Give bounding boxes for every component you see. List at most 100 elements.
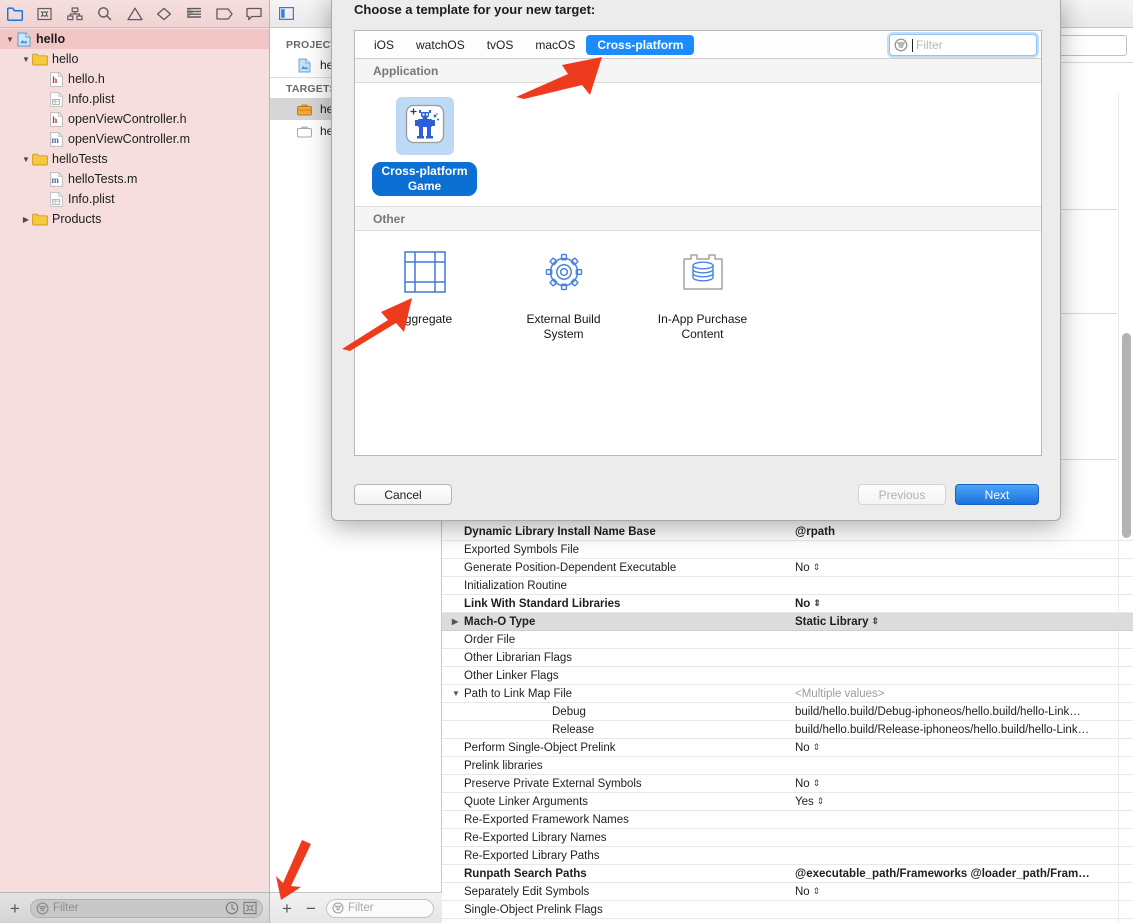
build-setting-row[interactable]: Prelink libraries	[442, 757, 1133, 775]
build-setting-value[interactable]: No ⇕	[787, 598, 1133, 610]
tab-tvos[interactable]: tvOS	[476, 35, 525, 55]
project-filter-input[interactable]: Filter	[326, 898, 434, 918]
navigator-tree-row[interactable]: m helloTests.m	[0, 169, 269, 189]
issue-navigator-icon[interactable]	[120, 0, 150, 27]
filter-icon	[894, 38, 908, 52]
build-setting-value[interactable]: @executable_path/Frameworks @loader_path…	[787, 868, 1133, 880]
build-setting-row[interactable]: Link With Standard Libraries No ⇕	[442, 595, 1133, 613]
template-label-line1: Cross-platform	[381, 164, 468, 178]
tab-macos[interactable]: macOS	[524, 35, 586, 55]
build-setting-row[interactable]: Order File	[442, 631, 1133, 649]
build-setting-row[interactable]: Separately Edit Symbols No ⇕	[442, 883, 1133, 901]
build-setting-name-label: Re-Exported Library Paths	[464, 849, 600, 862]
navigator-tree-row[interactable]: Info.plist	[0, 189, 269, 209]
value-stepper-icon[interactable]: ⇕	[813, 778, 820, 789]
clock-icon[interactable]	[225, 901, 239, 915]
build-setting-name: Prelink libraries	[442, 760, 787, 772]
navigator-tree-row[interactable]: h openViewController.h	[0, 109, 269, 129]
value-stepper-icon[interactable]: ⇕	[813, 742, 820, 753]
template-label: Aggregate	[388, 310, 461, 329]
template-in-app-purchase-content[interactable]: In-App Purchase Content	[633, 245, 772, 344]
build-setting-value[interactable]: No ⇕	[787, 886, 1133, 898]
build-setting-name: Other Linker Flags	[442, 670, 787, 682]
navigator-tree-row[interactable]: ▼ helloTests	[0, 149, 269, 169]
chevron-down-icon[interactable]: ▼	[452, 689, 461, 698]
header-file-icon: h	[48, 71, 64, 87]
report-navigator-icon[interactable]	[239, 0, 269, 27]
navigator-tree-row[interactable]: ▼ hello	[0, 49, 269, 69]
navigator-tree-row[interactable]: ▼ hello	[0, 29, 269, 49]
debug-navigator-icon[interactable]	[179, 0, 209, 27]
build-setting-name-label: Runpath Search Paths	[464, 867, 587, 880]
template-cross-platform-game[interactable]: Cross-platform Game	[355, 97, 494, 196]
build-setting-value[interactable]: <Multiple values>	[787, 688, 1133, 700]
template-aggregate[interactable]: Aggregate	[355, 245, 494, 344]
add-file-button[interactable]: +	[6, 900, 24, 917]
template-filter-input[interactable]: Filter	[889, 34, 1037, 56]
build-setting-value[interactable]: @rpath	[787, 526, 1133, 538]
value-stepper-icon[interactable]: ⇕	[813, 562, 820, 573]
next-button[interactable]: Next	[955, 484, 1039, 505]
navigator-filter-input[interactable]: Filter	[30, 898, 263, 918]
build-setting-row[interactable]: Runpath Search Paths @executable_path/Fra…	[442, 865, 1133, 883]
build-setting-value[interactable]: No ⇕	[787, 562, 1133, 574]
template-external-build-system[interactable]: External Build System	[494, 245, 633, 344]
build-setting-row[interactable]: Generate Position-Dependent Executable No…	[442, 559, 1133, 577]
build-setting-value[interactable]: No ⇕	[787, 778, 1133, 790]
build-setting-value[interactable]: Yes ⇕	[787, 796, 1133, 808]
cancel-button[interactable]: Cancel	[354, 484, 452, 505]
chevron-down-icon[interactable]: ▼	[20, 155, 32, 164]
chevron-right-icon[interactable]: ▶	[452, 617, 461, 626]
build-setting-row[interactable]: Debug build/hello.build/Debug-iphoneos/he…	[442, 703, 1133, 721]
previous-button[interactable]: Previous	[858, 484, 946, 505]
tab-watchos[interactable]: watchOS	[405, 35, 476, 55]
build-setting-value[interactable]: Static Library ⇕	[787, 616, 1133, 628]
tab-ios[interactable]: iOS	[363, 35, 405, 55]
build-setting-row[interactable]: Other Librarian Flags	[442, 649, 1133, 667]
project-filter-placeholder: Filter	[348, 902, 374, 914]
test-navigator-icon[interactable]	[149, 0, 179, 27]
value-stepper-icon[interactable]: ⇕	[813, 886, 820, 897]
chevron-down-icon[interactable]: ▼	[20, 55, 32, 64]
build-setting-row[interactable]: ▼ Path to Link Map File <Multiple values>	[442, 685, 1133, 703]
navigator-tree-row[interactable]: h hello.h	[0, 69, 269, 89]
value-stepper-icon[interactable]: ⇕	[817, 796, 824, 807]
build-setting-row[interactable]: Re-Exported Library Names	[442, 829, 1133, 847]
find-navigator-icon[interactable]	[90, 0, 120, 27]
build-setting-row[interactable]: Exported Symbols File	[442, 541, 1133, 559]
build-setting-row[interactable]: Re-Exported Library Paths	[442, 847, 1133, 865]
build-setting-row[interactable]: Dynamic Library Install Name Base @rpath	[442, 523, 1133, 541]
value-stepper-icon[interactable]: ⇕	[872, 616, 879, 627]
navigator-tree-row[interactable]: ▶ Products	[0, 209, 269, 229]
symbol-navigator-icon[interactable]	[60, 0, 90, 27]
template-label-line1: In-App Purchase	[657, 312, 748, 326]
value-stepper-icon[interactable]: ⇕	[813, 598, 820, 609]
navigator-tree-row[interactable]: m openViewController.m	[0, 129, 269, 149]
build-setting-row[interactable]: ▶ Mach-O Type Static Library ⇕	[442, 613, 1133, 631]
source-control-navigator-icon[interactable]	[30, 0, 60, 27]
breakpoint-navigator-icon[interactable]	[209, 0, 239, 27]
remove-target-button[interactable]: −	[302, 900, 320, 917]
build-setting-row[interactable]: Single-Object Prelink Flags	[442, 901, 1133, 919]
project-navigator-icon[interactable]	[0, 0, 30, 27]
build-setting-row[interactable]: Re-Exported Framework Names	[442, 811, 1133, 829]
build-setting-value[interactable]: build/hello.build/Debug-iphoneos/hello.b…	[787, 706, 1133, 718]
build-setting-name: ▶ Mach-O Type	[442, 616, 787, 628]
build-setting-name: Exported Symbols File	[442, 544, 787, 556]
add-target-button[interactable]: +	[278, 900, 296, 917]
settings-scrollbar-thumb[interactable]	[1122, 333, 1131, 538]
navigator-tree-row[interactable]: Info.plist	[0, 89, 269, 109]
build-setting-value[interactable]: build/hello.build/Release-iphoneos/hello…	[787, 724, 1133, 736]
build-setting-row[interactable]: Initialization Routine	[442, 577, 1133, 595]
tab-cross-platform[interactable]: Cross-platform	[586, 34, 695, 55]
scm-filter-icon[interactable]	[243, 901, 257, 915]
chevron-right-icon[interactable]: ▶	[20, 215, 32, 224]
build-setting-value[interactable]: No ⇕	[787, 742, 1133, 754]
editor-layout-icon[interactable]	[276, 5, 296, 23]
build-setting-row[interactable]: Quote Linker Arguments Yes ⇕	[442, 793, 1133, 811]
build-setting-row[interactable]: Perform Single-Object Prelink No ⇕	[442, 739, 1133, 757]
chevron-down-icon[interactable]: ▼	[4, 35, 16, 44]
build-setting-row[interactable]: Other Linker Flags	[442, 667, 1133, 685]
build-setting-row[interactable]: Release build/hello.build/Release-iphoneo…	[442, 721, 1133, 739]
build-setting-row[interactable]: Preserve Private External Symbols No ⇕	[442, 775, 1133, 793]
